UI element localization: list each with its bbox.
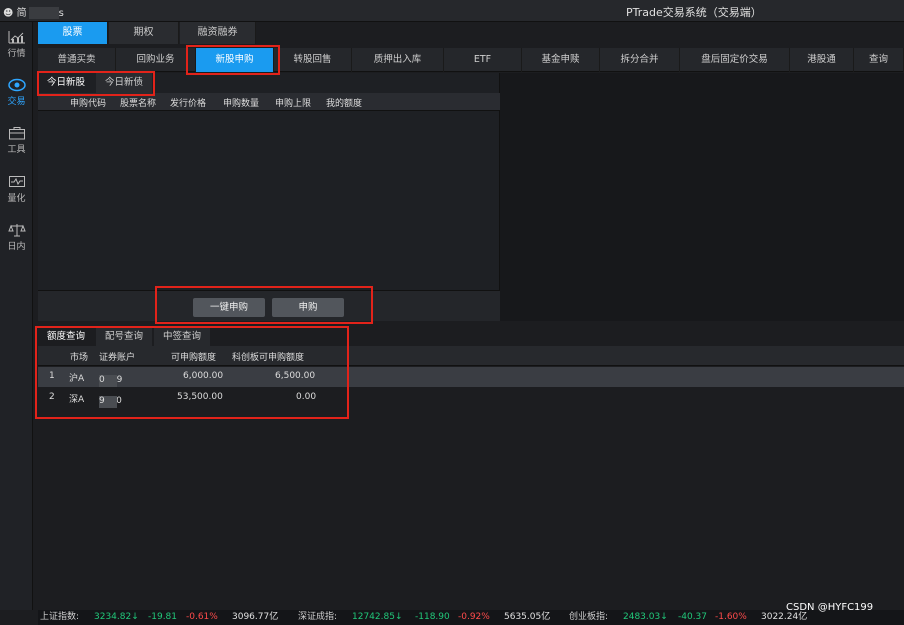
sh-index-value: 3234.82↓ bbox=[94, 612, 139, 622]
highlight-subscribe-buttons bbox=[155, 286, 373, 324]
cy-index-change: -40.37 bbox=[678, 612, 708, 622]
sh-index-label: 上证指数: bbox=[40, 612, 80, 622]
sh-turnover: 3096.77亿 bbox=[232, 612, 279, 622]
tab-margin[interactable]: 融资融券 bbox=[180, 22, 256, 44]
cy-index-label: 创业板指: bbox=[569, 612, 609, 622]
cy-index-pct: -1.60% bbox=[715, 612, 747, 622]
tab-hk-connect[interactable]: 港股通 bbox=[790, 48, 854, 72]
briefcase-icon bbox=[8, 127, 25, 140]
detail-panel bbox=[500, 73, 904, 321]
col-sub-qty[interactable]: 申购数量 bbox=[223, 96, 259, 109]
col-stock-name[interactable]: 股票名称 bbox=[120, 96, 156, 109]
nav-item-market[interactable]: 行情 bbox=[0, 30, 33, 59]
eye-icon bbox=[7, 78, 26, 92]
nav-label: 日内 bbox=[7, 242, 26, 252]
tab-options[interactable]: 期权 bbox=[109, 22, 179, 44]
nav-item-intraday[interactable]: 日内 bbox=[0, 223, 33, 252]
tab-after-hours[interactable]: 盘后固定价交易 bbox=[680, 48, 790, 72]
user-name-redacted bbox=[28, 7, 59, 19]
monitor-icon bbox=[8, 176, 25, 187]
scale-icon bbox=[7, 224, 26, 237]
tab-repo[interactable]: 回购业务 bbox=[116, 48, 196, 72]
col-issue-price[interactable]: 发行价格 bbox=[170, 96, 206, 109]
sz-index-label: 深证成指: bbox=[298, 612, 338, 622]
tab-convert-sellback[interactable]: 转股回售 bbox=[274, 48, 352, 72]
function-tabs: 普通买卖 回购业务 新股申购 转股回售 质押出入库 ETF 基金申赎 拆分合并 … bbox=[38, 48, 904, 72]
title-bar: ☻ 简 s PTrade交易系统（交易端） bbox=[0, 0, 904, 22]
sh-index-change: -19.81 bbox=[148, 612, 178, 622]
highlight-quota-panel bbox=[35, 326, 349, 419]
sz-turnover: 5635.05亿 bbox=[504, 612, 551, 622]
tab-pledge[interactable]: 质押出入库 bbox=[352, 48, 444, 72]
col-sub-code[interactable]: 申购代码 bbox=[70, 96, 106, 109]
nav-item-quant[interactable]: 量化 bbox=[0, 175, 33, 204]
left-nav: 行情 交易 工具 量化 日内 bbox=[0, 22, 33, 610]
tab-stock[interactable]: 股票 bbox=[38, 22, 108, 44]
ipo-panel: 今日新股 今日新债 申购代码 股票名称 发行价格 申购数量 申购上限 我的额度 … bbox=[38, 73, 500, 321]
nav-label: 交易 bbox=[7, 97, 26, 107]
tab-etf[interactable]: ETF bbox=[444, 48, 522, 72]
chart-icon bbox=[8, 31, 25, 44]
watermark: CSDN @HYFC199 bbox=[786, 602, 874, 613]
user-icon: ☻ bbox=[3, 8, 14, 19]
nav-label: 行情 bbox=[7, 49, 26, 59]
sz-index-pct: -0.92% bbox=[458, 612, 490, 622]
col-my-quota[interactable]: 我的额度 bbox=[326, 96, 362, 109]
tab-normal-trade[interactable]: 普通买卖 bbox=[38, 48, 116, 72]
tab-query[interactable]: 查询 bbox=[854, 48, 904, 72]
nav-item-trade[interactable]: 交易 bbox=[0, 78, 33, 107]
user-name-suffix: s bbox=[58, 8, 64, 19]
tab-fund-redeem[interactable]: 基金申赎 bbox=[522, 48, 600, 72]
cy-index-value: 2483.03↓ bbox=[623, 612, 668, 622]
sz-index-value: 12742.85↓ bbox=[352, 612, 403, 622]
highlight-ipo-subtabs bbox=[37, 71, 155, 96]
user-info[interactable]: ☻ 简 s bbox=[3, 4, 64, 19]
user-name: 简 bbox=[16, 8, 27, 19]
nav-item-tools[interactable]: 工具 bbox=[0, 126, 33, 155]
sz-index-change: -118.90 bbox=[415, 612, 450, 622]
highlight-ipo-tab bbox=[186, 45, 280, 75]
nav-label: 工具 bbox=[7, 145, 26, 155]
col-sub-limit[interactable]: 申购上限 bbox=[275, 96, 311, 109]
app-title: PTrade交易系统（交易端） bbox=[626, 6, 762, 19]
nav-label: 量化 bbox=[7, 194, 26, 204]
sh-index-pct: -0.61% bbox=[186, 612, 218, 622]
index-status-bar: 上证指数: 3234.82↓ -19.81 -0.61% 3096.77亿 深证… bbox=[38, 610, 904, 625]
tab-split-merge[interactable]: 拆分合并 bbox=[600, 48, 680, 72]
